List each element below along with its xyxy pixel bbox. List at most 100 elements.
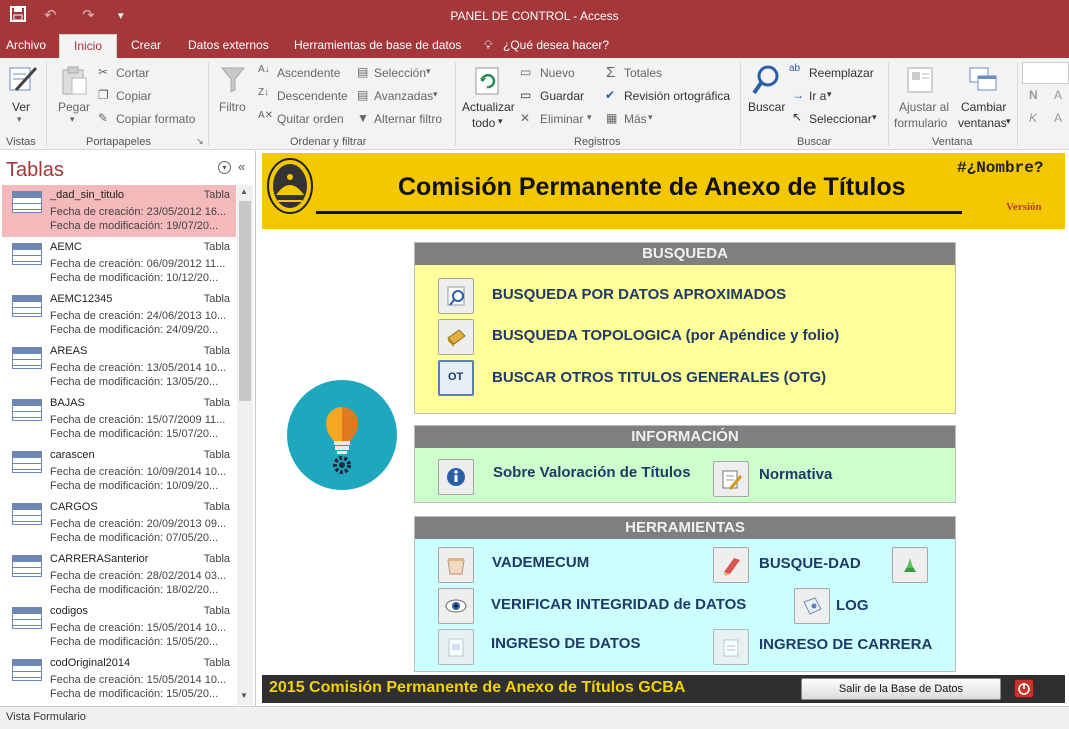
scroll-thumb[interactable] [239,201,251,401]
divider [1017,62,1018,146]
tab-datos-externos[interactable]: Datos externos [188,38,269,52]
font-select[interactable] [1022,62,1069,84]
item-type: Tabla [203,241,230,253]
item-modified: Fecha de modificación: 15/05/20... [50,636,219,648]
tools-extra-button[interactable] [892,547,928,583]
tab-archivo[interactable]: Archivo [6,38,46,52]
avanzadas-button[interactable]: Avanzadas [374,89,433,103]
quitar-orden-button[interactable]: Quitar orden [277,112,344,126]
list-item[interactable]: _dad_sin_titulo Tabla Fecha de creación: 2… [2,185,236,237]
chevron-down-icon: ▾ [426,66,431,76]
scroll-up-icon[interactable]: ▲ [240,187,248,196]
scroll-down-icon[interactable]: ▼ [240,691,248,700]
list-item[interactable]: AEMC Tabla Fecha de creación: 06/09/2012 1… [2,237,236,289]
table-icon [12,243,42,265]
pegar-button[interactable]: Pegar [58,100,90,114]
guardar-button[interactable]: Guardar [540,89,584,103]
seleccion-button[interactable]: Selección [374,66,426,80]
ir-a-button[interactable]: Ir a [809,89,826,103]
pointer-icon: ↖ [792,110,803,124]
vademecum-button[interactable] [438,547,474,583]
bold-icon[interactable]: N [1029,88,1038,102]
log-button[interactable] [794,588,830,624]
ver-button[interactable]: Ver [12,100,30,114]
nav-menu-icon[interactable]: ▾ [218,161,231,174]
item-name: codigos [50,605,88,617]
otg-button[interactable]: OT [438,360,474,396]
cortar-button[interactable]: Cortar [116,66,149,80]
nav-scrollbar[interactable]: ▲ ▼ [237,185,253,705]
table-icon [12,607,42,629]
list-item[interactable]: CARGOS Tabla Fecha de creación: 20/09/2013… [2,497,236,549]
chevron-down-icon: ▾ [1006,116,1011,126]
font-size-up-icon[interactable]: A [1054,88,1062,102]
list-item[interactable]: codigos Tabla Fecha de creación: 15/05/201… [2,601,236,653]
collapse-icon[interactable]: « [238,159,245,174]
list-item[interactable]: AEMC12345 Tabla Fecha de creación: 24/06/2… [2,289,236,341]
nombre-field: #¿Nombre? [957,159,1044,177]
table-icon [12,659,42,681]
verificar-button[interactable] [438,588,474,624]
buscar-button[interactable]: Buscar [748,100,785,114]
normativa-button[interactable] [713,461,749,497]
form-panel-de-control: Comisión Permanente de Anexo de Títulos … [258,151,1069,706]
item-type: Tabla [203,293,230,305]
exit-button[interactable]: Salir de la Base de Datos [801,678,1001,700]
actualizar-todo-label: todo [472,116,496,130]
italic-icon[interactable]: K [1029,111,1037,125]
filtro-button[interactable]: Filtro [219,100,246,114]
list-item[interactable]: CARRERASanterior Tabla Fecha de creación: … [2,549,236,601]
alternar-filtro-button[interactable]: Alternar filtro [374,112,442,126]
descendente-button[interactable]: Descendente [277,89,348,103]
divider [740,62,741,146]
group-portapapeles: Portapapeles [86,136,151,148]
eliminar-button[interactable]: Eliminar [540,112,583,126]
item-created: Fecha de creación: 15/05/2014 10... [50,674,227,686]
mas-button[interactable]: Más [624,112,647,126]
copiar-formato-button[interactable]: Copiar formato [116,112,195,126]
tab-crear[interactable]: Crear [131,38,161,52]
item-type: Tabla [203,501,230,513]
topology-button[interactable] [438,319,474,355]
item-created: Fecha de creación: 20/09/2013 09... [50,518,227,530]
chevron-down-icon: ▾ [433,89,438,99]
totales-button[interactable]: Totales [624,66,662,80]
item-modified: Fecha de modificación: 15/05/20... [50,688,219,700]
search-data-button[interactable] [438,278,474,314]
seleccionar-button[interactable]: Seleccionar [809,112,872,126]
chevron-down-icon: ▾ [587,112,592,122]
item-name: CARRERASanterior [50,553,149,565]
ascendente-button[interactable]: Ascendente [277,66,340,80]
tell-me-input[interactable]: ¿Qué desea hacer? [503,38,609,52]
tab-inicio[interactable]: Inicio [59,34,118,58]
dialog-launcher-icon[interactable]: ↘ [196,136,204,147]
divider [46,62,47,146]
font-color-icon[interactable]: A [1054,111,1062,125]
paste-icon [60,66,88,99]
reemplazar-button[interactable]: Reemplazar [809,66,874,80]
ajustar-formulario-label: formulario [894,116,948,130]
item-modified: Fecha de modificación: 10/12/20... [50,272,219,284]
revision-button[interactable]: Revisión ortográfica [624,89,730,103]
ajustar-button[interactable]: Ajustar al [899,100,949,114]
info-button[interactable] [438,459,474,495]
list-item[interactable]: codOriginal2014 Tabla Fecha de creación: 1… [2,653,236,705]
table-icon [12,451,42,473]
chevron-down-icon: ▾ [648,112,653,122]
log-label: LOG [836,597,869,614]
cambiar-button[interactable]: Cambiar [961,100,1006,114]
busque-dad-button[interactable] [713,547,749,583]
item-modified: Fecha de modificación: 13/05/20... [50,376,219,388]
list-item[interactable]: BAJAS Tabla Fecha de creación: 15/07/2009 … [2,393,236,445]
ingreso-carrera-button[interactable] [713,629,749,665]
copiar-button[interactable]: Copiar [116,89,151,103]
tab-herramientas[interactable]: Herramientas de base de datos [294,38,461,52]
list-item[interactable]: AREAS Tabla Fecha de creación: 13/05/2014 … [2,341,236,393]
list-item[interactable]: carascen Tabla Fecha de creación: 10/09/20… [2,445,236,497]
ingreso-datos-button[interactable] [438,629,474,665]
nuevo-button[interactable]: Nuevo [540,66,575,80]
actualizar-button[interactable]: Actualizar [462,100,515,114]
item-type: Tabla [203,345,230,357]
table-icon [12,399,42,421]
power-icon[interactable] [1014,679,1034,698]
